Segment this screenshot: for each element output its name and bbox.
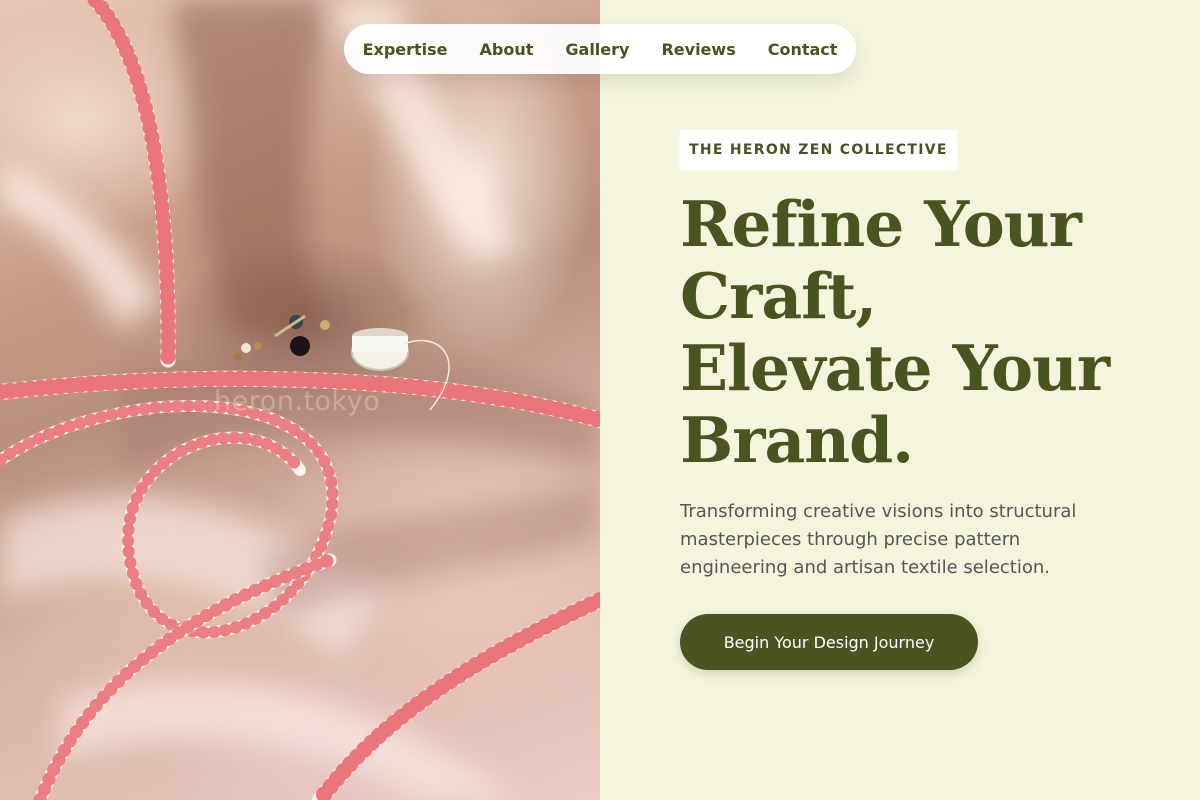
headline-line: Craft,	[680, 259, 877, 333]
nav-link-gallery[interactable]: Gallery	[565, 40, 629, 59]
nav-link-expertise[interactable]: Expertise	[363, 40, 448, 59]
landing-page: Expertise About Gallery Reviews Contact	[0, 0, 1200, 800]
top-navigation: Expertise About Gallery Reviews Contact	[344, 24, 856, 74]
watermark-text: heron.tokyo	[214, 386, 381, 417]
page-title: Refine Your Craft, Elevate Your Brand.	[680, 188, 1180, 476]
hero-description: Transforming creative visions into struc…	[680, 501, 1077, 578]
hero-content: THE HERON ZEN COLLECTIVE Refine Your Cra…	[600, 0, 1200, 800]
headline-line: Refine Your	[680, 187, 1082, 261]
nav-link-about[interactable]: About	[480, 40, 534, 59]
nav-link-contact[interactable]: Contact	[768, 40, 838, 59]
headline-line: Brand.	[680, 403, 914, 477]
begin-journey-button[interactable]: Begin Your Design Journey	[680, 614, 978, 670]
hero-photo: heron.tokyo	[0, 0, 600, 800]
collection-badge: THE HERON ZEN COLLECTIVE	[680, 130, 957, 170]
nav-link-reviews[interactable]: Reviews	[661, 40, 735, 59]
headline-line: Elevate Your	[680, 331, 1110, 405]
